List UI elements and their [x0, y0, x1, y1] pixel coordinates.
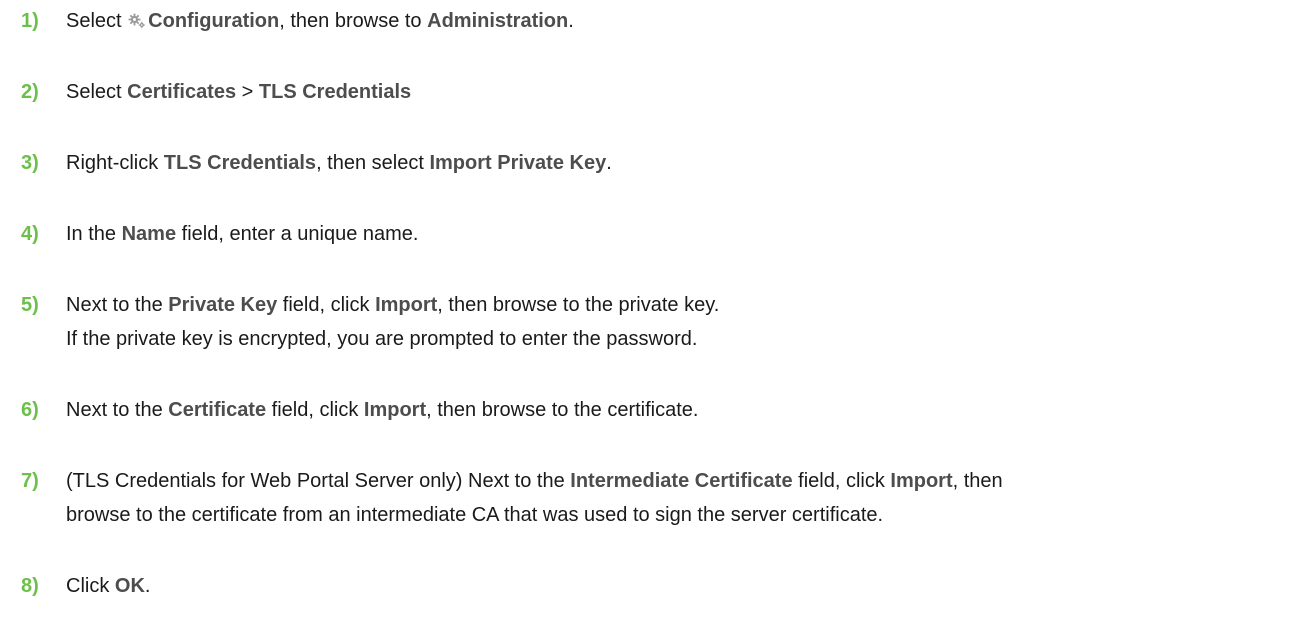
step-text-segment: field, click — [277, 294, 376, 316]
step-text: Right-click TLS Credentials, then select… — [66, 146, 1316, 180]
step-text-segment: field, click — [266, 399, 364, 421]
step-text-segment: TLS Credentials — [163, 152, 317, 174]
step-text-segment: Select — [66, 81, 128, 103]
step-text-segment: Import — [375, 294, 438, 316]
step-text-segment: , then browse to the private key. — [437, 294, 720, 316]
step-text-segment: Certificates — [127, 81, 237, 103]
step-number: 6) — [21, 399, 39, 421]
step-text: Next to the Private Key field, click Imp… — [66, 288, 1316, 356]
step-text-segment: Select — [66, 10, 128, 32]
step-text-segment: Import Private Key — [429, 152, 607, 174]
step-text-segment: Import — [890, 470, 953, 492]
step-text-segment: field, enter a unique name. — [176, 223, 419, 245]
step-text-segment: Private Key — [168, 294, 278, 316]
step-number: 5) — [21, 294, 39, 316]
step-text: In the Name field, enter a unique name. — [66, 217, 1316, 251]
step-text-segment: TLS Credentials — [258, 81, 412, 103]
step-text-segment: field, click — [792, 470, 891, 492]
step-line: (TLS Credentials for Web Portal Server o… — [66, 464, 1316, 498]
step-text-segment: Administration — [427, 10, 569, 32]
step-line: If the private key is encrypted, you are… — [66, 328, 698, 350]
step-text-segment: . — [606, 152, 612, 174]
step-text-segment: Next to the — [66, 294, 169, 316]
step-text: Click OK. — [66, 569, 1316, 603]
step-text-segment: OK — [114, 575, 145, 597]
step-text-segment: , then select — [316, 152, 430, 174]
step-text-segment: Next to the — [66, 399, 169, 421]
step-text-segment: In the — [66, 223, 122, 245]
step-text-segment: (TLS Credentials for Web Portal Server o… — [66, 470, 571, 492]
step-text-segment: , then browse to — [279, 10, 428, 32]
step-text-segment: Click — [66, 575, 115, 597]
step-text-segment: . — [568, 10, 574, 32]
gear-icon — [128, 6, 146, 29]
step-text-segment: > — [236, 81, 259, 103]
step-text-segment: Configuration — [148, 10, 280, 32]
step-number: 1) — [21, 10, 39, 32]
step-number: 2) — [21, 81, 39, 103]
step-text: Select Configuration, then browse to Adm… — [66, 4, 1316, 38]
step-text-segment: Right-click — [66, 152, 164, 174]
step-number: 7) — [21, 470, 39, 492]
step-number: 3) — [21, 152, 39, 174]
step-number: 8) — [21, 575, 39, 597]
step-text: (TLS Credentials for Web Portal Server o… — [66, 464, 1316, 532]
step-text-segment: . — [144, 575, 151, 597]
step-text: Select Certificates > TLS Credentials — [66, 75, 1316, 109]
step-text-segment: Certificate — [168, 399, 267, 421]
step-text-segment: Intermediate Certificate — [570, 470, 793, 492]
step-number: 4) — [21, 223, 39, 245]
step-text-segment: , then browse to the certificate. — [426, 399, 699, 421]
step-text-segment: Import — [363, 399, 427, 421]
step-line: Next to the Private Key field, click Imp… — [66, 288, 1316, 322]
step-text-segment: Name — [121, 223, 177, 245]
step-line: browse to the certificate from an interm… — [66, 504, 884, 526]
step-text-segment: , then — [952, 470, 1003, 492]
step-text: Next to the Certificate field, click Imp… — [66, 393, 1316, 427]
